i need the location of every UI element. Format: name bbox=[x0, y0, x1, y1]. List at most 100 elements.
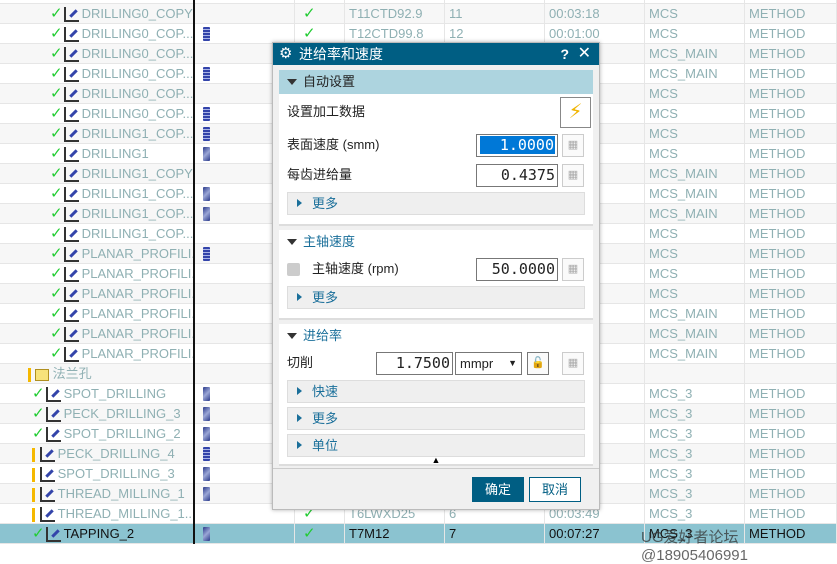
method: METHOD bbox=[745, 284, 837, 304]
collapse-arrow-icon[interactable]: ▲ bbox=[273, 455, 599, 469]
geometry: MCS bbox=[645, 4, 745, 24]
geometry: MCS_MAIN bbox=[645, 44, 745, 64]
check-icon: ✓ bbox=[50, 205, 63, 222]
section-spindle-speed[interactable]: 主轴速度 bbox=[279, 230, 593, 254]
method bbox=[745, 364, 837, 384]
method: METHOD bbox=[745, 124, 837, 144]
machining-time: 00:07:27 bbox=[545, 524, 645, 544]
operation-name: DRILLING0_COP... bbox=[81, 106, 194, 121]
method: METHOD bbox=[745, 404, 837, 424]
tool-name: T11CTD92.9 bbox=[345, 4, 445, 24]
geometry: MCS_3 bbox=[645, 424, 745, 444]
auto-more-toggle[interactable]: 更多 bbox=[287, 192, 585, 215]
geometry: MCS_3 bbox=[645, 464, 745, 484]
units-toggle[interactable]: 单位 bbox=[287, 434, 585, 457]
spindle-speed-input[interactable]: 50.0000 bbox=[476, 258, 558, 281]
check-icon: ✓ bbox=[303, 25, 316, 42]
operation-name: PLANAR_PROFILI... bbox=[81, 326, 195, 341]
method: METHOD bbox=[745, 44, 837, 64]
tool-icon bbox=[203, 127, 210, 141]
operation-icon bbox=[63, 27, 79, 43]
dialog-title: 进给率和速度 bbox=[299, 46, 383, 62]
operation-name: THREAD_MILLING_1... bbox=[57, 506, 195, 521]
geometry: MCS_3 bbox=[645, 384, 745, 404]
feed-per-tooth-label: 每齿进给量 bbox=[287, 167, 353, 182]
feeds-speeds-dialog: ⚙ 进给率和速度 ? ✕ 自动设置 设置加工数据 ⚡ 表面速度 (smm) 1.… bbox=[272, 42, 600, 510]
rapid-toggle[interactable]: 快速 bbox=[287, 380, 585, 403]
geometry: MCS_MAIN bbox=[645, 304, 745, 324]
tool-name: T12CTD99.8 bbox=[345, 24, 445, 44]
geometry: MCS_3 bbox=[645, 444, 745, 464]
lock-icon[interactable]: 🔓 bbox=[527, 352, 549, 375]
tool-icon bbox=[203, 27, 210, 41]
geometry: MCS_3 bbox=[645, 484, 745, 504]
feed-more-toggle[interactable]: 更多 bbox=[287, 407, 585, 430]
tool-icon bbox=[203, 207, 210, 221]
check-icon: ✓ bbox=[303, 5, 316, 22]
check-icon: ✓ bbox=[50, 65, 63, 82]
cut-feed-input[interactable]: 1.7500 bbox=[376, 352, 453, 375]
operation-name: PECK_DRILLING_3 bbox=[63, 406, 181, 421]
check-icon: ✓ bbox=[50, 285, 63, 302]
check-icon: ✓ bbox=[50, 85, 63, 102]
check-icon: ✓ bbox=[32, 405, 45, 422]
ok-button[interactable]: 确定 bbox=[472, 477, 524, 502]
cancel-button[interactable]: 取消 bbox=[529, 477, 581, 502]
calculator-icon[interactable]: ▦ bbox=[562, 134, 584, 157]
table-row[interactable]: ✓ DRILLING0_COPY ✓ T11CTD92.9 11 00:03:18… bbox=[0, 4, 837, 24]
section-feed-rate[interactable]: 进给率 bbox=[279, 324, 593, 348]
geometry: MCS_MAIN bbox=[645, 344, 745, 364]
cut-label: 切削 bbox=[287, 355, 314, 370]
gear-icon: ⚙ bbox=[279, 45, 293, 62]
method: METHOD bbox=[745, 344, 837, 364]
feed-per-tooth-input[interactable]: 0.4375 bbox=[476, 164, 558, 187]
operation-icon bbox=[45, 527, 61, 543]
table-row[interactable]: ✓ DRILLING0_COP... ✓ T12CTD99.8 12 00:01:… bbox=[0, 24, 837, 44]
calculator-icon[interactable]: ▦ bbox=[562, 352, 584, 375]
method: METHOD bbox=[745, 204, 837, 224]
geometry bbox=[645, 364, 745, 384]
tool-icon bbox=[203, 107, 210, 121]
operation-icon bbox=[45, 407, 61, 423]
check-icon: ✓ bbox=[303, 525, 316, 542]
unit-select[interactable]: mmpr ▼ bbox=[455, 352, 522, 375]
operation-name: PLANAR_PROFILI... bbox=[81, 246, 195, 261]
operation-name: PLANAR_PROFILI... bbox=[81, 306, 195, 321]
watermark: UG爱好者论坛@18905406991 bbox=[641, 529, 748, 564]
method: METHOD bbox=[745, 24, 837, 44]
surface-speed-input[interactable]: 1.0000 bbox=[476, 134, 558, 157]
help-button[interactable]: ? bbox=[560, 43, 569, 65]
operation-icon bbox=[63, 247, 79, 263]
tool-icon bbox=[203, 467, 210, 481]
operation-name: TAPPING_2 bbox=[63, 526, 135, 541]
operation-name: PECK_DRILLING_4 bbox=[57, 446, 175, 461]
spindle-more-toggle[interactable]: 更多 bbox=[287, 286, 585, 309]
dialog-title-bar[interactable]: ⚙ 进给率和速度 ? ✕ bbox=[273, 43, 599, 65]
tool-icon bbox=[203, 447, 210, 461]
operation-icon bbox=[45, 427, 61, 443]
operation-icon bbox=[63, 187, 79, 203]
operation-name: PLANAR_PROFILI... bbox=[81, 286, 195, 301]
warning-icon bbox=[28, 367, 31, 382]
method: METHOD bbox=[745, 424, 837, 444]
operation-icon bbox=[63, 227, 79, 243]
operation-icon bbox=[45, 387, 61, 403]
section-auto-settings[interactable]: 自动设置 bbox=[279, 70, 593, 94]
operation-icon bbox=[63, 107, 79, 123]
lightning-button[interactable]: ⚡ bbox=[560, 97, 591, 128]
check-icon: ✓ bbox=[50, 145, 63, 162]
check-icon: ✓ bbox=[50, 325, 63, 342]
close-button[interactable]: ✕ bbox=[578, 43, 591, 65]
method: METHOD bbox=[745, 144, 837, 164]
spindle-checkbox[interactable] bbox=[287, 263, 300, 277]
geometry: MCS bbox=[645, 24, 745, 44]
tool-icon bbox=[203, 67, 210, 81]
warning-icon bbox=[32, 507, 35, 522]
method: METHOD bbox=[745, 484, 837, 504]
tool-icon bbox=[203, 407, 210, 421]
set-data-label: 设置加工数据 bbox=[287, 104, 366, 119]
calculator-icon[interactable]: ▦ bbox=[562, 164, 584, 187]
calculator-icon[interactable]: ▦ bbox=[562, 258, 584, 281]
tool-icon bbox=[203, 147, 210, 161]
geometry: MCS_MAIN bbox=[645, 184, 745, 204]
